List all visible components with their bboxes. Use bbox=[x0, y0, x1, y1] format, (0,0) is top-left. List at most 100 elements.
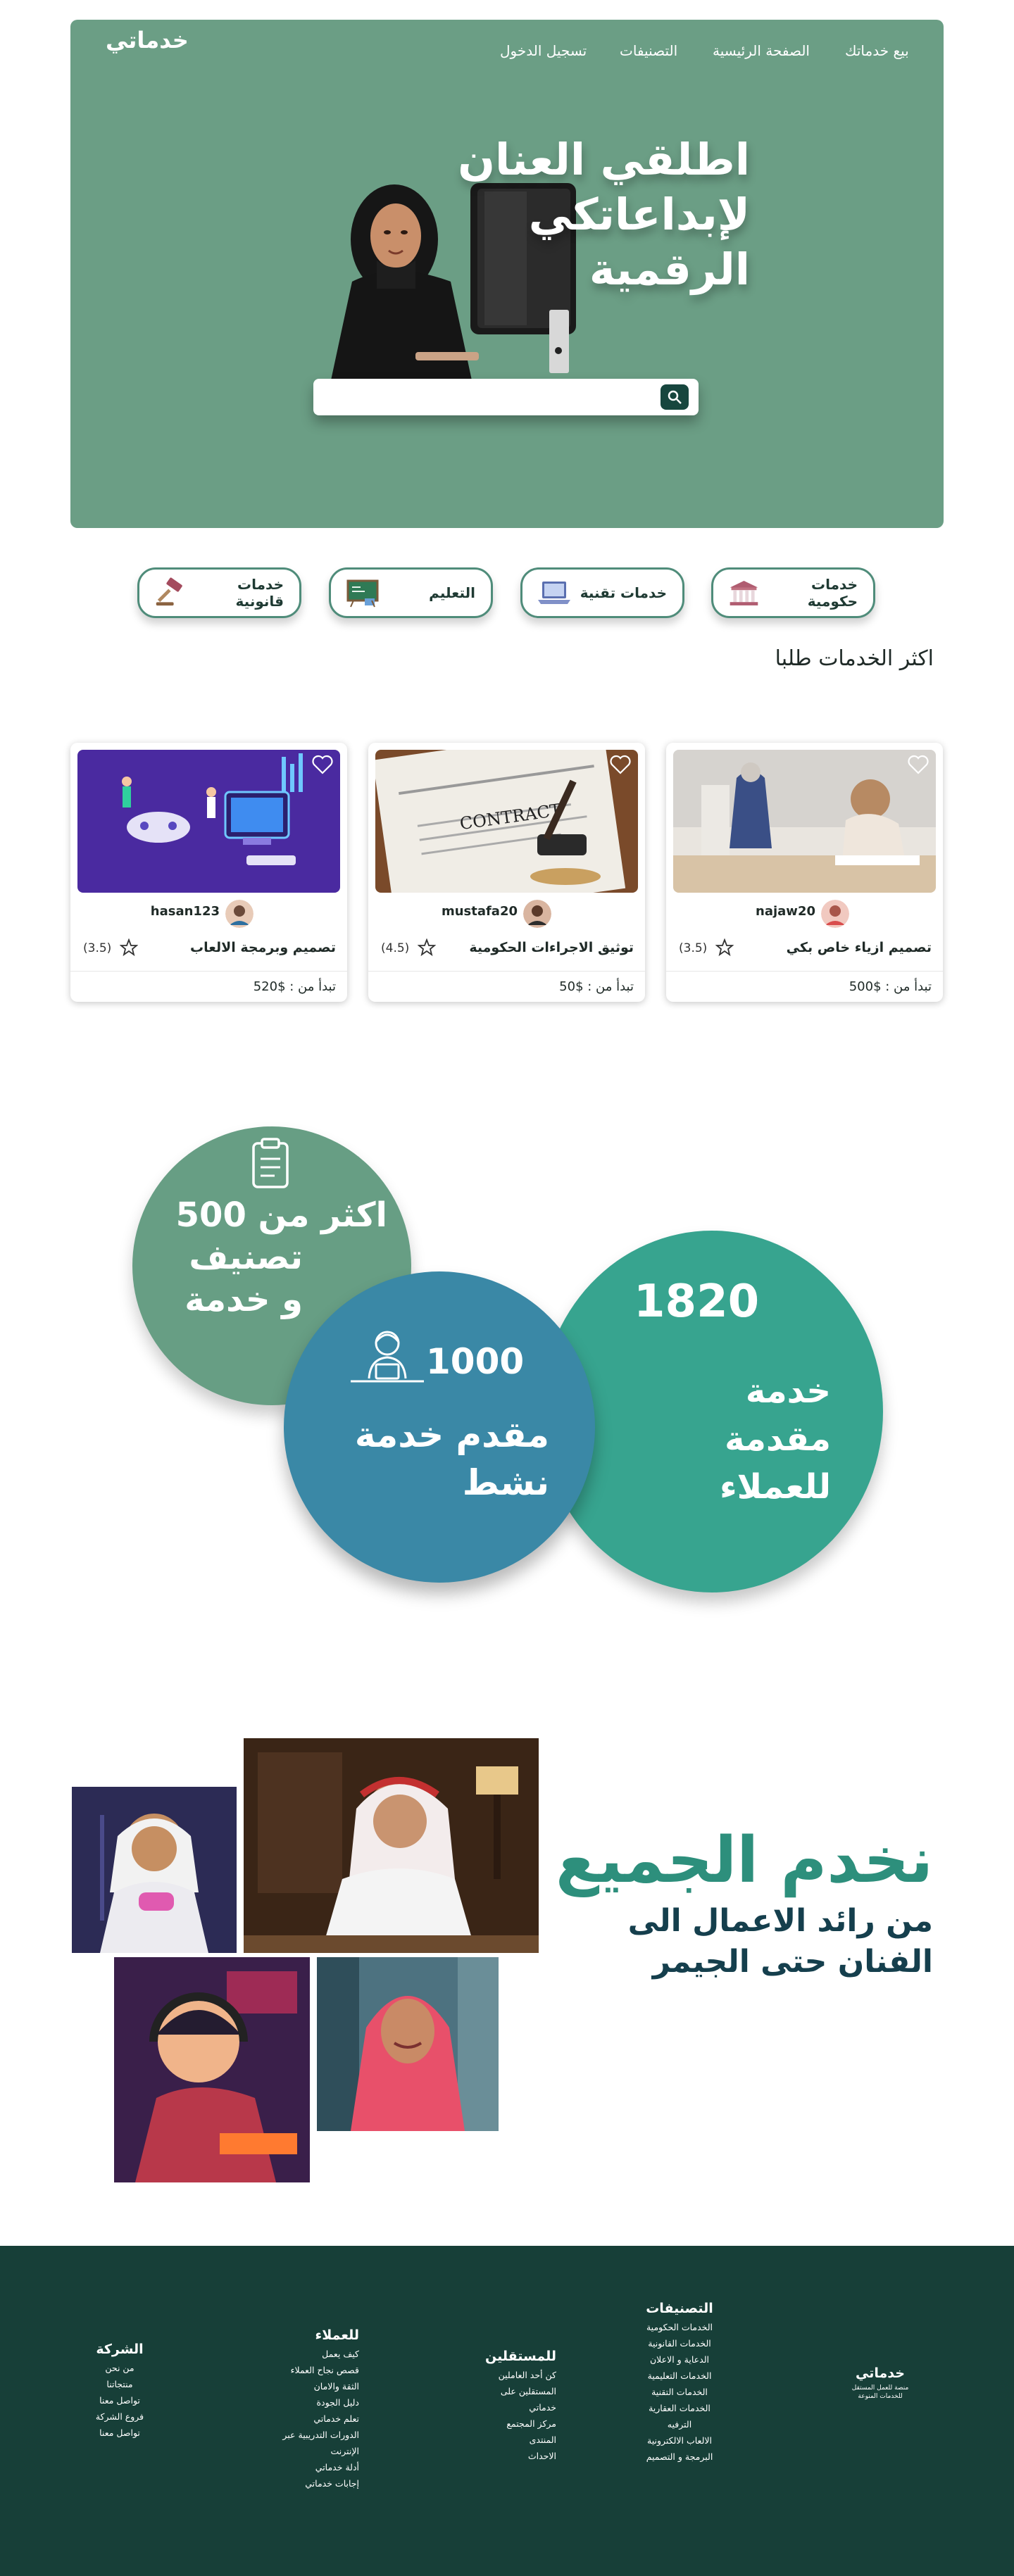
category-tech[interactable]: خدمات تقنية bbox=[520, 567, 684, 618]
avatar[interactable] bbox=[821, 900, 849, 928]
section-title-popular: اكثر الخدمات طلبا bbox=[775, 646, 934, 671]
footer-link[interactable]: من نحن bbox=[70, 2360, 169, 2376]
footer-link[interactable]: قصص نجاح العملاء bbox=[254, 2362, 359, 2378]
footer-link[interactable]: الترفيه bbox=[620, 2416, 739, 2432]
footer-column-company: الشركة من نحن منتجاتنا تواصل معنا فروع ا… bbox=[70, 2342, 169, 2441]
nav-categories[interactable]: التصنيفات bbox=[620, 42, 677, 59]
footer-link[interactable]: الإنترنت bbox=[254, 2443, 359, 2459]
footer-link[interactable]: البرمجة و التصميم bbox=[620, 2449, 739, 2465]
serve-subtitle: من رائد الاعمال الى الفنان حتى الجيمر bbox=[542, 1901, 933, 1983]
hero-title-line1: اطلقي العنان لإبداعاتكي bbox=[458, 134, 750, 240]
service-card[interactable]: CONTRACT mustafa20 توثيق الاجراءات الحكو… bbox=[368, 743, 645, 1002]
stat-categories-line3: و خدمة bbox=[184, 1280, 303, 1319]
footer-link[interactable]: أدلة خدماتي bbox=[254, 2459, 359, 2475]
chalkboard-icon bbox=[346, 579, 379, 608]
service-card[interactable]: najaw20 تصميم ازياء خاص بكي (3.5) تبدأ م… bbox=[666, 743, 943, 1002]
service-card[interactable]: hasan123 تصميم وبرمجة الالعاب (3.5) تبدأ… bbox=[70, 743, 347, 1002]
stat-services-text: خدمة مقدمة للعملاء bbox=[648, 1367, 831, 1511]
footer-column-title: الشركة bbox=[96, 2342, 144, 2357]
footer-link[interactable]: الخدمات القانونية bbox=[620, 2335, 739, 2351]
nav-login[interactable]: تسجيل الدخول bbox=[500, 42, 587, 59]
service-title[interactable]: تصميم ازياء خاص بكي bbox=[749, 940, 932, 955]
hero-title: اطلقي العنان لإبداعاتكي الرقمية bbox=[232, 132, 750, 297]
footer-brand-desc-1: منصة للعمل المستقل bbox=[851, 2385, 909, 2392]
category-legal[interactable]: خدمات قانونية bbox=[137, 567, 301, 618]
category-label: خدمات تقنية bbox=[580, 584, 667, 601]
footer-link[interactable]: تواصل معنا bbox=[70, 2392, 169, 2408]
footer-link[interactable]: الدورات التدريبية عبر bbox=[254, 2427, 359, 2443]
rating-value: (4.5) bbox=[381, 941, 410, 955]
favorite-heart-icon[interactable] bbox=[311, 753, 334, 777]
card-divider bbox=[666, 971, 943, 972]
footer-link[interactable]: المنتدى bbox=[451, 2432, 556, 2448]
avatar[interactable] bbox=[523, 900, 551, 928]
category-label: خدمات قانونية bbox=[235, 576, 284, 610]
search-input[interactable] bbox=[313, 379, 699, 415]
footer-column-clients: للعملاء كيف يعمل قصص نجاح العملاء الثقة … bbox=[254, 2327, 359, 2492]
footer-brand: خدماتي منصة للعمل المستقل للخدمات المنوع… bbox=[831, 2365, 930, 2401]
footer-column-title: للمستقلين bbox=[484, 2349, 556, 2364]
favorite-heart-icon[interactable] bbox=[608, 753, 632, 777]
service-price: تبدأ من : $500 bbox=[849, 979, 932, 994]
footer-link[interactable]: إجابات خدماتي bbox=[254, 2475, 359, 2492]
footer-link[interactable]: الالعاب الالكترونية bbox=[620, 2432, 739, 2449]
laptop-icon bbox=[538, 582, 570, 604]
photo-gamer-boy bbox=[114, 1957, 310, 2182]
footer-link[interactable]: الخدمات التقنية bbox=[620, 2384, 739, 2400]
service-title[interactable]: تصميم وبرمجة الالعاب bbox=[153, 940, 336, 955]
footer-link[interactable]: الاحداث bbox=[451, 2448, 556, 2464]
footer-link[interactable]: الدعاية و الاعلان bbox=[620, 2351, 739, 2368]
category-government[interactable]: خدمات حكومية bbox=[711, 567, 875, 618]
footer-link[interactable]: تواصل معنا bbox=[70, 2425, 169, 2441]
footer-link[interactable]: خدماتي bbox=[451, 2399, 556, 2415]
footer-link[interactable]: الخدمات التعليمية bbox=[620, 2368, 739, 2384]
card-divider bbox=[70, 971, 347, 972]
footer-link[interactable]: المستقلين على bbox=[451, 2383, 556, 2399]
footer-link[interactable]: مركز المجتمع bbox=[451, 2415, 556, 2432]
stat-providers-line2: نشط bbox=[462, 1462, 549, 1503]
logo[interactable]: خدماتي bbox=[106, 27, 189, 54]
category-education[interactable]: التعليم bbox=[329, 567, 493, 618]
stat-services-line2: مقدمة bbox=[725, 1419, 831, 1459]
footer-brand-desc-2: للخدمات المنوعة bbox=[858, 2393, 903, 2400]
photo-businessman bbox=[244, 1738, 539, 1953]
footer-link[interactable]: الخدمات الحكومية bbox=[620, 2319, 739, 2335]
seller-username[interactable]: mustafa20 bbox=[439, 904, 518, 919]
footer-link[interactable]: كن أحد العاملين bbox=[451, 2367, 556, 2383]
seller-username[interactable]: hasan123 bbox=[141, 904, 220, 919]
clipboard-icon bbox=[252, 1138, 289, 1188]
card-divider bbox=[368, 971, 645, 972]
footer-link[interactable]: الخدمات العقارية bbox=[620, 2400, 739, 2416]
serve-title: نخدم الجميع bbox=[555, 1823, 933, 1897]
footer-link[interactable]: فروع الشركة bbox=[70, 2408, 169, 2425]
footer-link[interactable]: كيف يعمل bbox=[254, 2346, 359, 2362]
stat-providers-line1: مقدم خدمة bbox=[354, 1414, 549, 1455]
star-icon bbox=[418, 938, 436, 957]
footer-link[interactable]: منتجاتنا bbox=[70, 2376, 169, 2392]
serve-subtitle-line1: من رائد الاعمال الى bbox=[627, 1903, 933, 1939]
footer-link[interactable]: تعلم خدماتي bbox=[254, 2411, 359, 2427]
rating-value: (3.5) bbox=[679, 941, 708, 955]
footer-link[interactable]: الثقة والامان bbox=[254, 2378, 359, 2394]
footer-brand-name[interactable]: خدماتي bbox=[831, 2365, 930, 2381]
stat-providers-text: مقدم خدمة نشط bbox=[324, 1411, 549, 1507]
footer-link[interactable]: دليل الجودة bbox=[254, 2394, 359, 2411]
seller-username[interactable]: najaw20 bbox=[737, 904, 815, 919]
service-image-contract: CONTRACT bbox=[375, 750, 638, 893]
gavel-icon bbox=[156, 577, 182, 606]
category-label: التعليم bbox=[429, 584, 475, 601]
nav-home[interactable]: الصفحة الرئيسية bbox=[713, 42, 810, 59]
service-title[interactable]: توثيق الاجراءات الحكومية bbox=[451, 940, 634, 955]
footer-column-categories: التصنيفات الخدمات الحكومية الخدمات القان… bbox=[620, 2301, 739, 2465]
category-label: خدمات حكومية bbox=[807, 576, 858, 610]
favorite-heart-icon[interactable] bbox=[906, 753, 930, 777]
stat-services-number: 1820 bbox=[634, 1276, 760, 1328]
search-submit-button[interactable] bbox=[661, 384, 689, 410]
support-agent-icon bbox=[351, 1331, 424, 1383]
service-price: تبدأ من : $50 bbox=[559, 979, 634, 994]
avatar[interactable] bbox=[225, 900, 254, 928]
stat-categories-line2: تصنيف bbox=[189, 1238, 303, 1277]
service-price: تبدأ من : $520 bbox=[253, 979, 336, 994]
footer-column-freelancers: للمستقلين كن أحد العاملين المستقلين على … bbox=[451, 2349, 556, 2464]
nav-sell-services[interactable]: بيع خدماتك bbox=[845, 42, 909, 59]
